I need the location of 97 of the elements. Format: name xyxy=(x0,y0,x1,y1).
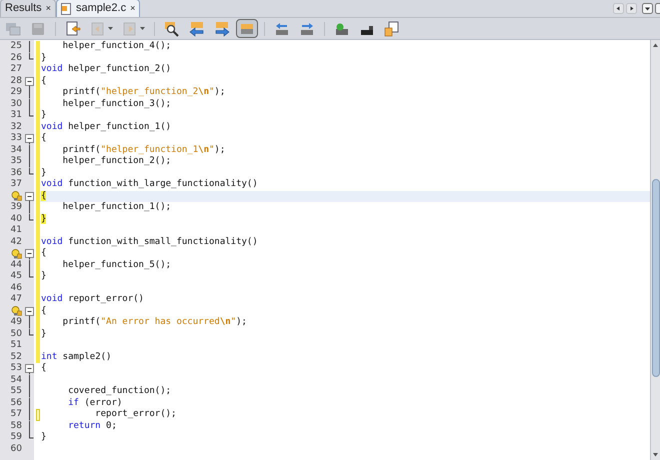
line-number: 31 xyxy=(10,111,22,120)
code-line: report_error(); xyxy=(94,409,176,420)
code-line: } xyxy=(41,168,46,179)
windows-icon xyxy=(5,20,21,36)
file-tab[interactable]: sample2.c × xyxy=(56,0,140,17)
scrollbar[interactable] xyxy=(650,40,660,460)
code-line: helper_function_5(); xyxy=(62,260,172,271)
line-number: 27 xyxy=(10,65,22,74)
line-number: 40 xyxy=(10,214,22,224)
code-line: void helper_function_2() xyxy=(41,64,172,76)
line-number: 47 xyxy=(10,295,22,304)
code-line: printf("helper_function_1\n"); xyxy=(62,144,226,156)
line-number: 36 xyxy=(10,168,22,178)
code-line: void report_error() xyxy=(41,294,144,306)
line-number: 26 xyxy=(10,54,22,63)
code-line: } xyxy=(41,328,46,340)
line-number: 55 xyxy=(10,387,22,396)
code-line: { xyxy=(41,76,46,87)
code-line: void function_with_small_functionality() xyxy=(41,236,258,248)
code-line: { xyxy=(41,248,46,260)
coverage-bar xyxy=(36,409,40,420)
fold-toggle[interactable] xyxy=(24,248,34,260)
code-line: helper_function_1(); xyxy=(62,202,172,214)
line-number: 29 xyxy=(10,88,22,98)
line-number: 39 xyxy=(10,203,22,212)
caret-icon xyxy=(108,26,113,30)
lightbulb-icon[interactable] xyxy=(11,248,22,259)
line-number: 60 xyxy=(10,444,22,454)
indent-icon xyxy=(274,20,290,36)
arrow-icon xyxy=(214,20,230,36)
code-line: } xyxy=(41,52,46,64)
scroll-left-icon[interactable] xyxy=(613,3,624,14)
line-number: 59 xyxy=(10,433,22,442)
code-line: void helper_function_1() xyxy=(41,122,172,133)
arrow-icon xyxy=(189,20,205,36)
code-line: if (error) xyxy=(67,398,122,409)
code-line: { xyxy=(41,363,46,374)
line-number: 52 xyxy=(10,352,22,362)
code-line: } xyxy=(41,110,46,122)
lightbulb-icon[interactable] xyxy=(11,191,22,202)
line-number: 30 xyxy=(10,100,22,109)
magnifier-icon xyxy=(164,20,180,36)
code-line: { xyxy=(41,133,46,144)
fold-toggle[interactable] xyxy=(24,306,34,317)
line-number: 57 xyxy=(10,410,22,420)
line-number: 54 xyxy=(10,376,22,385)
line-number: 42 xyxy=(10,238,22,247)
line-number: 32 xyxy=(10,122,22,132)
file-tab[interactable]: Results × xyxy=(0,0,56,17)
code-line: printf("helper_function_2\n"); xyxy=(62,87,226,98)
code-line: { xyxy=(41,306,46,317)
code-line: return 0; xyxy=(67,420,117,432)
line-number: 34 xyxy=(10,146,22,155)
line-number: 53 xyxy=(10,364,22,374)
code-line: printf("An error has occurred\n"); xyxy=(62,317,247,328)
dropdown-icon[interactable] xyxy=(642,3,653,14)
line-number: 58 xyxy=(10,422,22,431)
line-number: 41 xyxy=(10,226,22,236)
line-number: 44 xyxy=(10,260,22,270)
line-number: 56 xyxy=(10,398,22,408)
lightbulb-icon[interactable] xyxy=(11,306,22,316)
document-arrow-icon xyxy=(65,20,81,36)
scroll-thumb[interactable] xyxy=(652,179,660,377)
fold-toggle[interactable] xyxy=(24,76,34,87)
line-number: 49 xyxy=(10,318,22,328)
fold-toggle[interactable] xyxy=(24,133,34,144)
scroll-up-icon[interactable] xyxy=(652,42,659,49)
line-number: 50 xyxy=(10,330,22,339)
tab-label: sample2.c xyxy=(76,1,126,16)
fold-toggle[interactable] xyxy=(24,363,34,374)
line-number: 51 xyxy=(10,341,22,350)
maximize-icon[interactable] xyxy=(655,3,660,14)
code-line: void function_with_large_functionality() xyxy=(41,179,258,190)
line-number: 46 xyxy=(10,284,22,293)
fold-toggle[interactable] xyxy=(24,190,34,202)
code-line: helper_function_2(); xyxy=(62,156,172,168)
code-line: helper_function_4(); xyxy=(62,41,172,52)
code-line: } xyxy=(41,271,46,282)
record-icon xyxy=(334,20,350,36)
scroll-down-icon[interactable] xyxy=(652,451,659,458)
line-number: 35 xyxy=(10,157,22,166)
close-icon[interactable]: × xyxy=(130,2,136,16)
line-number: 33 xyxy=(10,134,22,144)
code-line: } xyxy=(41,432,46,444)
line-number: 45 xyxy=(10,272,22,282)
document-icon xyxy=(384,20,400,36)
indent-icon xyxy=(299,20,315,36)
line-number: 25 xyxy=(10,42,22,52)
code-line: int sample2() xyxy=(41,352,112,363)
line-number: 37 xyxy=(10,180,22,190)
tab-label: Results xyxy=(5,1,42,16)
code-line: covered_function(); xyxy=(67,386,172,398)
scroll-right-icon[interactable] xyxy=(626,3,637,14)
code-line: helper_function_3(); xyxy=(62,98,172,110)
line-number: 28 xyxy=(10,76,22,86)
caret-icon xyxy=(140,26,145,30)
close-icon[interactable]: × xyxy=(46,2,51,16)
